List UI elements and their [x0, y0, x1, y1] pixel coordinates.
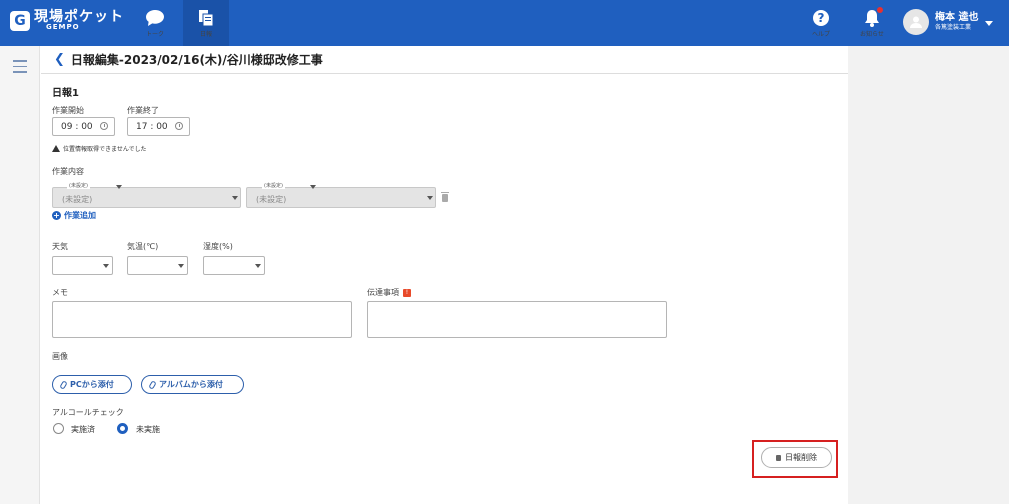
- weather-select[interactable]: [52, 256, 113, 275]
- app-logo[interactable]: G 現場ポケット GEMPO: [10, 10, 124, 31]
- notice-textarea[interactable]: [367, 301, 667, 338]
- work-category-select[interactable]: (未設定) (未設定): [52, 182, 241, 208]
- trash-icon: [776, 454, 781, 461]
- add-work-button[interactable]: + 作業追加: [52, 210, 96, 221]
- attach-from-pc-button[interactable]: PCから添付: [52, 375, 132, 394]
- logo-mark: G: [10, 10, 30, 31]
- end-time-label: 作業終了: [127, 106, 159, 115]
- chevron-down-icon: [178, 264, 184, 268]
- nav-report-label: 日報: [199, 30, 212, 38]
- user-icon: [910, 16, 922, 28]
- user-name: 梅本 逵也: [935, 12, 979, 24]
- notifications-button[interactable]: お知らせ: [849, 0, 895, 46]
- location-warning-text: 位置情報取得できませんでした: [63, 146, 147, 153]
- start-time-input[interactable]: 09 : 00: [52, 117, 115, 136]
- chevron-down-icon: [310, 185, 316, 189]
- end-time-value: 17 : 00: [136, 121, 168, 132]
- memo-textarea[interactable]: [52, 301, 352, 338]
- paperclip-icon: [59, 379, 68, 390]
- delete-work-trash-icon[interactable]: [441, 192, 449, 202]
- help-button[interactable]: ? ヘルプ: [798, 0, 844, 46]
- warning-icon: [52, 145, 60, 152]
- svg-text:?: ?: [818, 11, 825, 25]
- user-menu[interactable]: 梅本 逵也 各篤塗装工業: [903, 9, 978, 35]
- alcohol-done-label: 実施済: [71, 425, 95, 434]
- help-icon: ?: [813, 9, 829, 26]
- main-content: ❮ 日報編集-2023/02/16(木)/谷川様邸改修工事 日報1 作業開始 作…: [41, 46, 848, 504]
- location-warning: 位置情報取得できませんでした: [52, 144, 147, 153]
- clock-icon: [175, 122, 183, 130]
- attach-from-album-button[interactable]: アルバムから添付: [141, 375, 244, 394]
- nav-talk-label: トーク: [145, 30, 164, 38]
- help-label: ヘルプ: [811, 30, 830, 38]
- work-category-placeholder: (未設定): [62, 195, 93, 204]
- add-work-label: 作業追加: [64, 211, 96, 220]
- work-detail-placeholder: (未設定): [256, 195, 287, 204]
- delete-report-label: 日報削除: [785, 453, 817, 462]
- plus-circle-icon: +: [52, 211, 61, 220]
- clock-icon: [100, 122, 108, 130]
- chevron-down-icon: [255, 264, 261, 268]
- attach-from-album-label: アルバムから添付: [159, 380, 223, 389]
- notifications-label: お知らせ: [860, 30, 884, 38]
- chat-bubble-icon: [146, 9, 164, 26]
- attach-from-pc-label: PCから添付: [70, 380, 114, 389]
- delete-report-button[interactable]: 日報削除: [761, 447, 832, 468]
- right-gutter: [848, 46, 1009, 504]
- report-icon: [199, 9, 214, 26]
- chevron-down-icon: [103, 264, 109, 268]
- chevron-down-icon: [116, 185, 122, 189]
- page-title: 日報編集-2023/02/16(木)/谷川様邸改修工事: [70, 53, 323, 67]
- paperclip-icon: [148, 379, 157, 390]
- work-detail-select[interactable]: (未設定) (未設定): [246, 182, 436, 208]
- end-time-input[interactable]: 17 : 00: [127, 117, 190, 136]
- temperature-label: 気温(℃): [127, 242, 159, 251]
- user-company: 各篤塗装工業: [935, 24, 972, 32]
- logo-title: 現場ポケット: [34, 9, 124, 25]
- notice-label: 伝達事項: [367, 288, 399, 297]
- hamburger-menu-icon[interactable]: [13, 60, 27, 77]
- avatar: [903, 9, 929, 35]
- user-menu-caret-icon[interactable]: [985, 21, 993, 26]
- temperature-select[interactable]: [127, 256, 188, 275]
- alcohol-not-done-radio[interactable]: [117, 423, 128, 434]
- alcohol-not-done-label: 未実施: [136, 425, 160, 434]
- chevron-down-icon: [232, 196, 238, 200]
- notice-label-wrap: 伝達事項!: [367, 287, 411, 298]
- report-section-title: 日報1: [52, 88, 79, 99]
- required-badge: !: [403, 288, 411, 297]
- alcohol-check-label: アルコールチェック: [52, 408, 124, 417]
- nav-talk-button[interactable]: トーク: [132, 0, 178, 46]
- logo-subtitle: GEMPO: [46, 23, 80, 31]
- work-content-label: 作業内容: [52, 167, 84, 176]
- page-header: ❮ 日報編集-2023/02/16(木)/谷川様邸改修工事: [41, 46, 848, 74]
- humidity-select[interactable]: [203, 256, 265, 275]
- humidity-label: 湿度(%): [203, 242, 233, 251]
- notification-dot: [877, 7, 883, 13]
- start-time-label: 作業開始: [52, 106, 84, 115]
- top-navigation-bar: G 現場ポケット GEMPO トーク 日報 ? ヘルプ お知らせ 梅本 逵也 各…: [0, 0, 1009, 46]
- image-label: 画像: [52, 352, 68, 361]
- back-chevron-icon[interactable]: ❮: [54, 52, 65, 67]
- memo-label: メモ: [52, 288, 68, 297]
- work-detail-small-label: (未設定): [262, 182, 285, 189]
- weather-label: 天気: [52, 242, 68, 251]
- start-time-value: 09 : 00: [61, 121, 93, 132]
- side-rail: [0, 46, 40, 504]
- alcohol-done-radio[interactable]: [53, 423, 64, 434]
- work-category-small-label: (未設定): [67, 182, 90, 189]
- nav-report-button[interactable]: 日報: [183, 0, 229, 46]
- chevron-down-icon: [427, 196, 433, 200]
